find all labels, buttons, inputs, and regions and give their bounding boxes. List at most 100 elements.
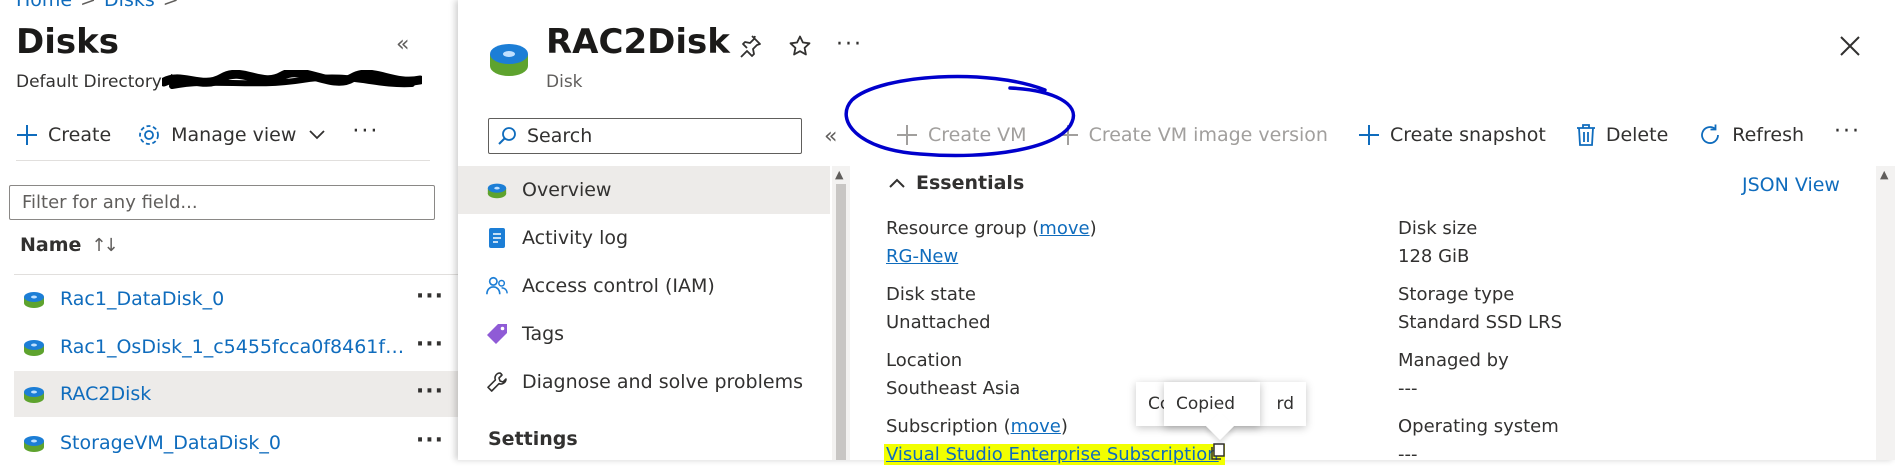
list-toolbar: Create Manage view ···	[16, 118, 379, 152]
essentials-toggle[interactable]: Essentials	[888, 172, 1024, 194]
create-snapshot-button[interactable]: Create snapshot	[1358, 124, 1546, 146]
disk-icon	[486, 179, 508, 201]
refresh-label: Refresh	[1732, 124, 1805, 146]
json-view-link[interactable]: JSON View	[1742, 174, 1840, 196]
create-button[interactable]: Create	[16, 124, 111, 146]
row-more-icon[interactable]: ···	[416, 428, 444, 453]
field-label: Managed by	[1398, 350, 1509, 371]
star-icon[interactable]	[788, 34, 812, 58]
resource-blade: RAC2Disk Disk ··· « Create VM Create VM …	[458, 0, 1895, 465]
essentials-title: Essentials	[916, 172, 1025, 194]
breadcrumb-disks[interactable]: Disks	[104, 0, 155, 11]
field-location: Location Southeast Asia	[886, 350, 1020, 399]
create-vm-button[interactable]: Create VM	[896, 124, 1027, 146]
close-icon[interactable]	[1838, 34, 1862, 58]
copy-icon[interactable]	[1210, 443, 1226, 460]
disk-name-link[interactable]: StorageVM_DataDisk_0	[60, 432, 412, 454]
breadcrumb-home[interactable]: Home	[16, 0, 72, 11]
row-more-icon[interactable]: ···	[416, 284, 444, 309]
disk-icon	[24, 436, 44, 452]
refresh-button[interactable]: Refresh	[1698, 123, 1804, 147]
row-more-icon[interactable]: ···	[416, 379, 444, 404]
field-label: Subscription (	[886, 416, 1011, 437]
disk-name-link[interactable]: Rac1_OsDisk_1_c5455fcca0f8461fb8769...	[60, 336, 412, 358]
collapse-pane-icon[interactable]: «	[396, 32, 409, 57]
people-icon	[486, 275, 508, 297]
activity-log-icon	[486, 227, 508, 249]
field-disk-state: Disk state Unattached	[886, 284, 991, 333]
more-options-icon[interactable]: ···	[352, 119, 379, 144]
menu-search[interactable]	[488, 118, 802, 154]
plus-icon	[1057, 125, 1078, 145]
field-label: Disk size	[1398, 218, 1478, 239]
field-label: Resource group (	[886, 218, 1040, 239]
row-more-icon[interactable]: ···	[416, 332, 444, 357]
field-managed-by: Managed by ---	[1398, 350, 1509, 399]
delete-label: Delete	[1605, 124, 1669, 146]
scroll-up-icon[interactable]: ▲	[835, 168, 843, 181]
disk-icon	[24, 387, 44, 403]
menu-item-label: Tags	[522, 323, 565, 345]
content-scrollbar[interactable]: ▲	[1876, 166, 1895, 460]
more-options-icon[interactable]: ···	[836, 32, 863, 57]
menu-scrollbar[interactable]: ▲	[832, 166, 850, 460]
field-value: ---	[1398, 444, 1418, 465]
field-value: ---	[1398, 378, 1418, 399]
sort-icon[interactable]: ↑↓	[91, 235, 118, 256]
list-item[interactable]: StorageVM_DataDisk_0 ···	[14, 420, 458, 466]
column-header-name[interactable]: Name ↑↓	[20, 234, 119, 256]
chevron-down-icon	[309, 130, 326, 140]
collapse-menu-icon[interactable]: «	[824, 124, 837, 149]
divider	[16, 160, 430, 161]
field-label: Disk state	[886, 284, 976, 305]
field-label: Location	[886, 350, 963, 371]
resource-group-link[interactable]: RG-New	[886, 246, 1097, 267]
plus-icon	[897, 125, 917, 145]
menu-item-diagnose[interactable]: Diagnose and solve problems	[458, 358, 830, 406]
pin-icon[interactable]	[738, 34, 762, 58]
scroll-up-icon[interactable]: ▲	[1880, 168, 1888, 181]
field-label: Operating system	[1398, 416, 1559, 437]
list-item[interactable]: Rac1_DataDisk_0 ···	[14, 276, 458, 322]
menu-item-overview[interactable]: Overview	[458, 166, 830, 214]
directory-label: Default Directory (	[16, 72, 174, 92]
move-resource-group-link[interactable]: move	[1039, 218, 1089, 239]
field-value: Southeast Asia	[886, 378, 1021, 399]
field-value: Unattached	[886, 312, 991, 333]
list-item-selected[interactable]: RAC2Disk ···	[14, 371, 458, 417]
menu-item-label: Overview	[522, 179, 612, 201]
manage-view-button[interactable]: Manage view	[137, 123, 326, 147]
disk-icon	[24, 340, 44, 356]
scrollbar-thumb[interactable]	[836, 184, 846, 460]
disk-name-link[interactable]: Rac1_DataDisk_0	[60, 288, 412, 310]
disk-icon	[24, 292, 44, 308]
divider	[14, 274, 458, 275]
subscription-link[interactable]: Visual Studio Enterprise Subscription	[884, 444, 1225, 465]
move-subscription-link[interactable]: move	[1011, 416, 1061, 437]
copied-tooltip: Copied	[1164, 382, 1260, 441]
page-title: Disks	[16, 22, 119, 62]
filter-input[interactable]	[9, 185, 435, 220]
menu-item-access-control[interactable]: Access control (IAM)	[458, 262, 830, 310]
create-vm-image-version-label: Create VM image version	[1088, 124, 1328, 146]
breadcrumb-separator: >	[162, 0, 179, 11]
command-bar: Create VM Create VM image version Create…	[896, 118, 1861, 152]
disk-name-link[interactable]: RAC2Disk	[60, 383, 412, 405]
field-label: Storage type	[1398, 284, 1515, 305]
manage-view-label: Manage view	[171, 124, 297, 146]
column-header-label: Name	[20, 234, 82, 256]
more-commands-icon[interactable]: ···	[1834, 119, 1861, 144]
delete-button[interactable]: Delete	[1576, 124, 1668, 146]
create-vm-label: Create VM	[928, 124, 1027, 146]
menu-section-settings: Settings	[488, 428, 578, 450]
list-item[interactable]: Rac1_OsDisk_1_c5455fcca0f8461fb8769... ·…	[14, 324, 458, 370]
tag-icon	[486, 323, 508, 345]
menu-search-input[interactable]	[525, 124, 795, 148]
menu-item-label: Diagnose and solve problems	[522, 371, 803, 393]
search-icon	[498, 127, 516, 145]
create-vm-image-version-button[interactable]: Create VM image version	[1057, 124, 1328, 146]
disk-icon	[490, 44, 528, 76]
menu-item-tags[interactable]: Tags	[458, 310, 830, 358]
menu-item-activity-log[interactable]: Activity log	[458, 214, 830, 262]
menu-item-label: Access control (IAM)	[522, 275, 715, 297]
